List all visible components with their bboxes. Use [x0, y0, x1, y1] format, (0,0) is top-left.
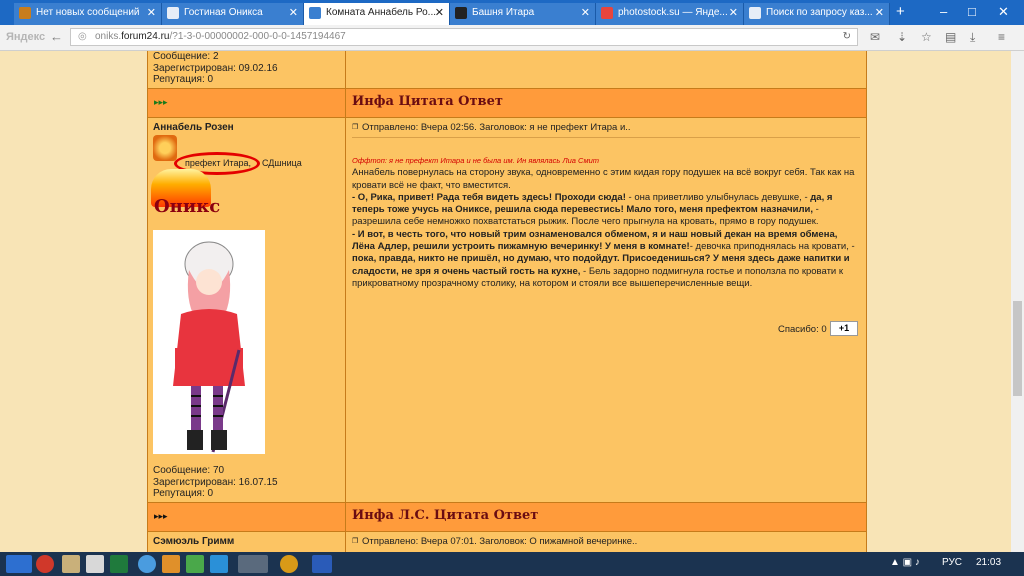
maximize-icon[interactable]: □	[968, 3, 976, 21]
app-icon[interactable]	[86, 555, 104, 573]
browser-tab-bar: Нет новых сообщений ✕ Гостиная Оникса ✕ …	[0, 0, 1024, 25]
page-favicon-icon	[309, 7, 321, 19]
app-icon[interactable]	[162, 555, 180, 573]
url-prefix: oniks.	[95, 31, 122, 42]
prev-post-registered: Зарегистрирован: 09.02.16	[153, 63, 278, 74]
url-path: /?1-3-0-00000002-000-0-0-1457194467	[169, 31, 346, 42]
post-dialogue: - О, Рика, привет! Рада тебя видеть здес…	[352, 191, 626, 203]
post-paragraph: Аннабель повернулась на сторону звука, о…	[352, 167, 855, 191]
forum-page: Сообщение: 2 Зарегистрирован: 09.02.16 Р…	[0, 51, 1024, 552]
forum-favicon-icon	[19, 7, 31, 19]
close-tab-icon[interactable]: ✕	[729, 3, 738, 23]
reload-icon[interactable]: ↻	[843, 29, 851, 45]
tab-no-new-messages[interactable]: Нет новых сообщений ✕	[14, 3, 162, 25]
scrollbar-thumb[interactable]	[1013, 301, 1022, 396]
bookmark-star-icon[interactable]: ☆	[921, 30, 932, 44]
tab-title: Гостиная Оникса	[184, 7, 263, 18]
tab-search[interactable]: Поиск по запросу каз... ✕	[744, 3, 890, 25]
column-divider	[345, 502, 346, 532]
close-tab-icon[interactable]: ✕	[147, 3, 156, 23]
app-icon[interactable]	[280, 555, 298, 573]
column-divider	[345, 51, 346, 552]
post-action-links[interactable]: Инфа Л.С. Цитата Ответ	[352, 508, 538, 523]
language-indicator[interactable]: РУС	[942, 557, 962, 568]
post-body: Оффтоп: я не префект Итара и не была им.…	[352, 155, 860, 290]
url-domain: forum24.ru	[121, 31, 170, 42]
downloads-icon[interactable]: ⇣	[897, 30, 907, 44]
post-action-links[interactable]: Инфа Цитата Ответ	[352, 94, 503, 109]
back-arrow-icon[interactable]: ←	[50, 30, 63, 44]
start-icon[interactable]	[6, 555, 32, 573]
thanks-label: Спасибо: 0	[778, 324, 827, 335]
forum-table: Сообщение: 2 Зарегистрирован: 09.02.16 Р…	[147, 51, 867, 552]
tab-oniks-lounge[interactable]: Гостиная Оникса ✕	[162, 3, 304, 25]
post-action-bar: ▸▸▸ Инфа Цитата Ответ	[148, 88, 866, 118]
close-window-icon[interactable]: ✕	[998, 3, 1009, 21]
tab-title: photostock.su — Янде...	[618, 7, 728, 18]
yandex-favicon-icon	[601, 7, 613, 19]
excel-icon[interactable]	[110, 555, 128, 573]
house-logo: Оникс	[154, 196, 221, 217]
close-tab-icon[interactable]: ✕	[581, 3, 590, 23]
post-action-bar: ▸▸▸ Инфа Л.С. Цитата Ответ	[148, 502, 866, 532]
new-tab-button[interactable]: +	[896, 3, 905, 21]
vertical-scrollbar[interactable]	[1011, 51, 1024, 552]
globe-icon: ◎	[78, 31, 87, 42]
minimize-icon[interactable]: –	[940, 3, 947, 21]
word-icon[interactable]	[312, 555, 332, 573]
windows-taskbar: ▲ ▣ ♪ РУС 21:03	[0, 552, 1024, 576]
post-narration: - она приветливо улыбнулась девушке, -	[625, 191, 808, 203]
offtop-note: Оффтоп: я не префект Итара и не была им.…	[352, 156, 600, 165]
tab-title: Нет новых сообщений	[36, 7, 140, 18]
arrows-icon[interactable]: ▸▸▸	[154, 511, 168, 522]
column-divider	[345, 88, 346, 118]
bookmarks-icon[interactable]: ▤	[945, 30, 956, 44]
tab-title: Поиск по запросу каз...	[766, 7, 873, 18]
post-registered-date: Зарегистрирован: 16.07.15	[153, 477, 278, 488]
url-field[interactable]: ◎ oniks.forum24.ru/?1-3-0-00000002-000-0…	[70, 28, 858, 46]
post-messages-count: Сообщение: 70	[153, 465, 225, 476]
post-icon: ❐	[352, 124, 359, 131]
files-icon[interactable]	[62, 555, 80, 573]
close-tab-icon[interactable]: ✕	[875, 3, 884, 23]
mail-icon[interactable]: ✉	[870, 30, 880, 44]
prev-post-reputation: Репутация: 0	[153, 74, 214, 85]
yandex-brand[interactable]: Яндекс	[6, 31, 45, 43]
page-favicon-icon	[167, 7, 179, 19]
app-icon[interactable]	[186, 555, 204, 573]
post-narration: - девочка приподнялась на кровати, -	[689, 241, 855, 253]
user-title-suffix: СДшница	[262, 158, 302, 168]
thanks-plus-one-button[interactable]: +1	[830, 321, 858, 336]
tab-annabel-room[interactable]: Комната Аннабель Ро... ✕	[304, 3, 450, 25]
post-sent-info: Отправлено: Вчера 02:56. Заголовок: я не…	[362, 122, 631, 133]
tower-favicon-icon	[455, 7, 467, 19]
tab-title: Комната Аннабель Ро...	[326, 7, 437, 18]
tray-icons[interactable]: ▲ ▣ ♪	[890, 557, 920, 568]
post-reputation: Репутация: 0	[153, 488, 214, 499]
rank-emblem-icon	[153, 135, 177, 161]
opera-icon[interactable]	[36, 555, 54, 573]
tab-itar-tower[interactable]: Башня Итара ✕	[450, 3, 596, 25]
avatar-image	[153, 230, 265, 454]
tab-title: Башня Итара	[472, 7, 535, 18]
arrows-icon[interactable]: ▸▸▸	[154, 97, 168, 108]
chrome-icon[interactable]	[138, 555, 156, 573]
prev-post-messages: Сообщение: 2	[153, 51, 219, 62]
app-icon[interactable]	[210, 555, 228, 573]
download-icon[interactable]: ⤓	[970, 30, 975, 44]
post-icon: ❐	[352, 538, 359, 545]
post-separator	[352, 137, 860, 138]
next-post-sent-info: Отправлено: Вчера 07:01. Заголовок: О пи…	[362, 536, 638, 547]
next-post-author[interactable]: Сэмюэль Гримм	[153, 536, 234, 547]
yandex-browser-icon[interactable]	[238, 555, 268, 573]
address-toolbar: Яндекс ← ◎ oniks.forum24.ru/?1-3-0-00000…	[0, 25, 1024, 51]
page-favicon-icon	[749, 7, 761, 19]
post-author[interactable]: Аннабель Розен	[153, 122, 234, 133]
close-tab-icon[interactable]: ✕	[435, 3, 444, 23]
close-tab-icon[interactable]: ✕	[289, 3, 298, 23]
menu-icon[interactable]: ≡	[998, 30, 1005, 44]
clock[interactable]: 21:03	[976, 557, 1001, 568]
tab-photostock[interactable]: photostock.su — Янде... ✕	[596, 3, 744, 25]
